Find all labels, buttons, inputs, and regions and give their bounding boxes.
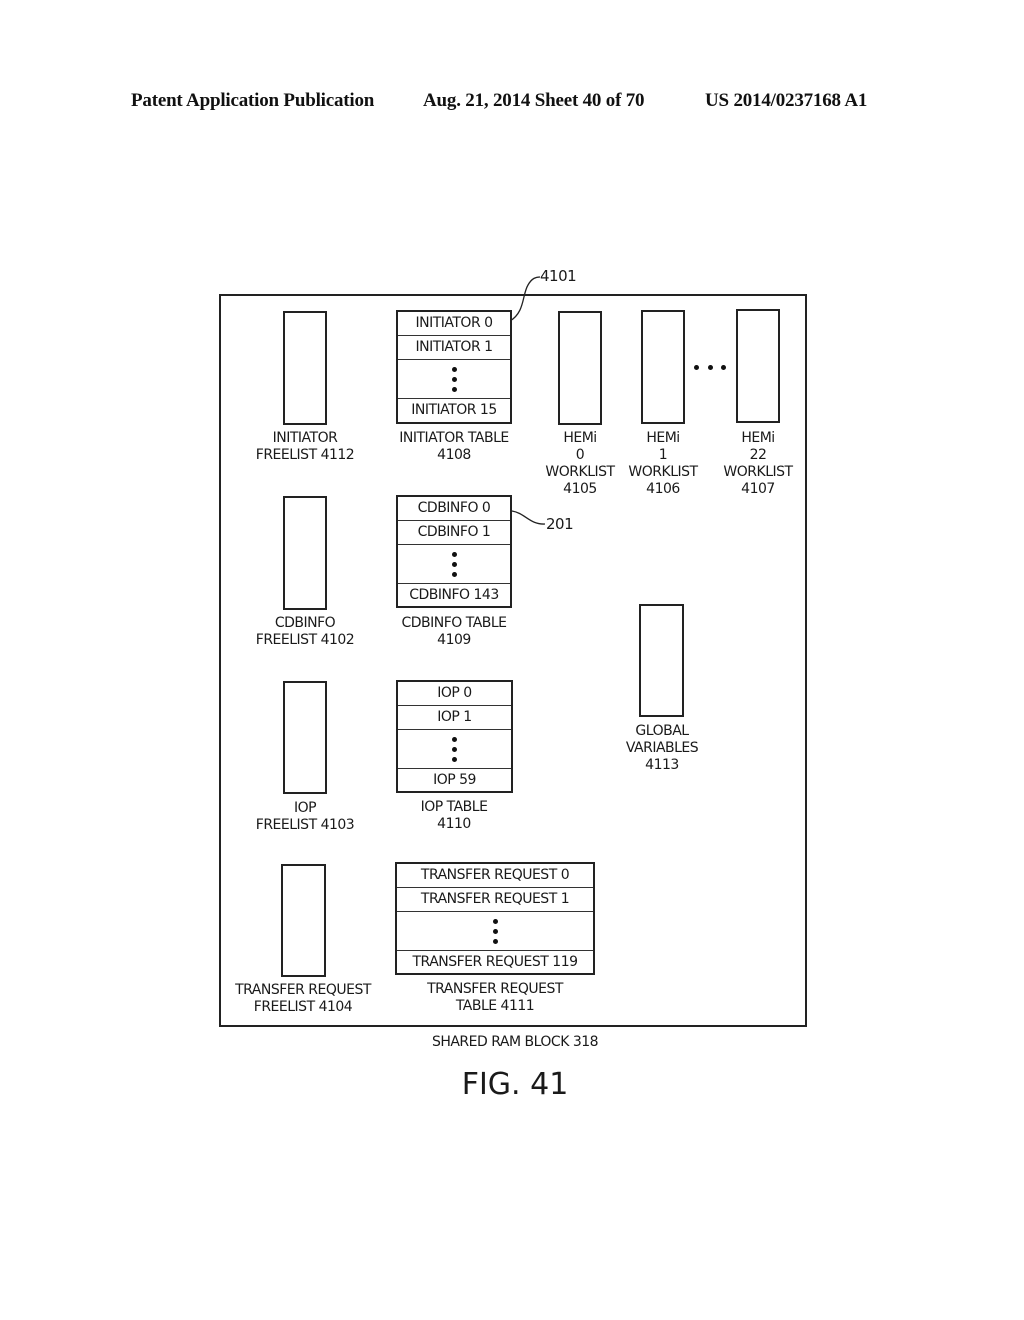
initiator-table: INITIATOR 0 INITIATOR 1 INITIATOR 15 <box>396 310 512 424</box>
cdbinfo-table-label: CDBINFO TABLE 4109 <box>401 615 507 648</box>
table-row: INITIATOR 15 <box>411 402 497 418</box>
table-row: TRANSFER REQUEST 0 <box>397 864 593 888</box>
hemi-1-worklist-box <box>641 310 685 424</box>
cdbinfo-freelist-box <box>283 496 327 610</box>
iop-table: IOP 0 IOP 1 IOP 59 <box>396 680 513 793</box>
transfer-request-freelist-label: TRANSFER REQUEST FREELIST 4104 <box>235 982 371 1015</box>
table-row: TRANSFER REQUEST 119 <box>412 954 578 970</box>
global-variables-label: GLOBAL VARIABLES 4113 <box>625 723 699 773</box>
table-row: IOP 59 <box>433 772 476 788</box>
table-row: INITIATOR 1 <box>398 336 510 360</box>
table-row: CDBINFO 1 <box>398 521 510 545</box>
initiator-table-label: INITIATOR TABLE 4108 <box>399 430 509 463</box>
cdbinfo-table: CDBINFO 0 CDBINFO 1 CDBINFO 143 <box>396 495 512 608</box>
hemi-22-worklist-box <box>736 309 780 423</box>
table-row: IOP 0 <box>398 682 511 706</box>
initiator-freelist-box <box>283 311 327 425</box>
table-row: INITIATOR 0 <box>398 312 510 336</box>
global-variables-box <box>639 604 684 717</box>
ellipsis-vertical-icon <box>398 360 510 399</box>
shared-ram-caption: SHARED RAM BLOCK 318 <box>431 1034 599 1050</box>
leader-lines <box>509 276 546 525</box>
hemi-0-worklist-label: HEMi 0 WORKLIST 4105 <box>545 430 615 497</box>
ellipsis-vertical-icon <box>398 545 510 584</box>
leader-4101 <box>509 276 541 322</box>
leader-201 <box>511 510 546 525</box>
transfer-request-table-label: TRANSFER REQUEST TABLE 4111 <box>427 981 563 1014</box>
transfer-request-freelist-box <box>281 864 326 977</box>
table-row: IOP 1 <box>398 706 511 730</box>
table-row: TRANSFER REQUEST 1 <box>397 888 593 912</box>
hemi-1-worklist-label: HEMi 1 WORKLIST 4106 <box>628 430 698 497</box>
hemi-22-worklist-label: HEMi 22 WORKLIST 4107 <box>723 430 793 497</box>
hemi-0-worklist-box <box>558 311 602 425</box>
iop-freelist-box <box>283 681 327 794</box>
transfer-request-table: TRANSFER REQUEST 0 TRANSFER REQUEST 1 TR… <box>395 862 595 975</box>
iop-freelist-label: IOP FREELIST 4103 <box>255 800 355 833</box>
initiator-freelist-label: INITIATOR FREELIST 4112 <box>255 430 355 463</box>
ref-201: 201 <box>546 515 574 533</box>
iop-table-label: IOP TABLE 4110 <box>420 799 488 832</box>
ellipsis-vertical-icon <box>398 730 511 769</box>
table-row: CDBINFO 143 <box>409 587 499 603</box>
figure-label: FIG. 41 <box>461 1067 569 1102</box>
ref-4101: 4101 <box>540 267 577 285</box>
ellipsis-horizontal-icon <box>694 365 726 370</box>
ellipsis-vertical-icon <box>397 912 593 951</box>
cdbinfo-freelist-label: CDBINFO FREELIST 4102 <box>255 615 355 648</box>
table-row: CDBINFO 0 <box>398 497 510 521</box>
